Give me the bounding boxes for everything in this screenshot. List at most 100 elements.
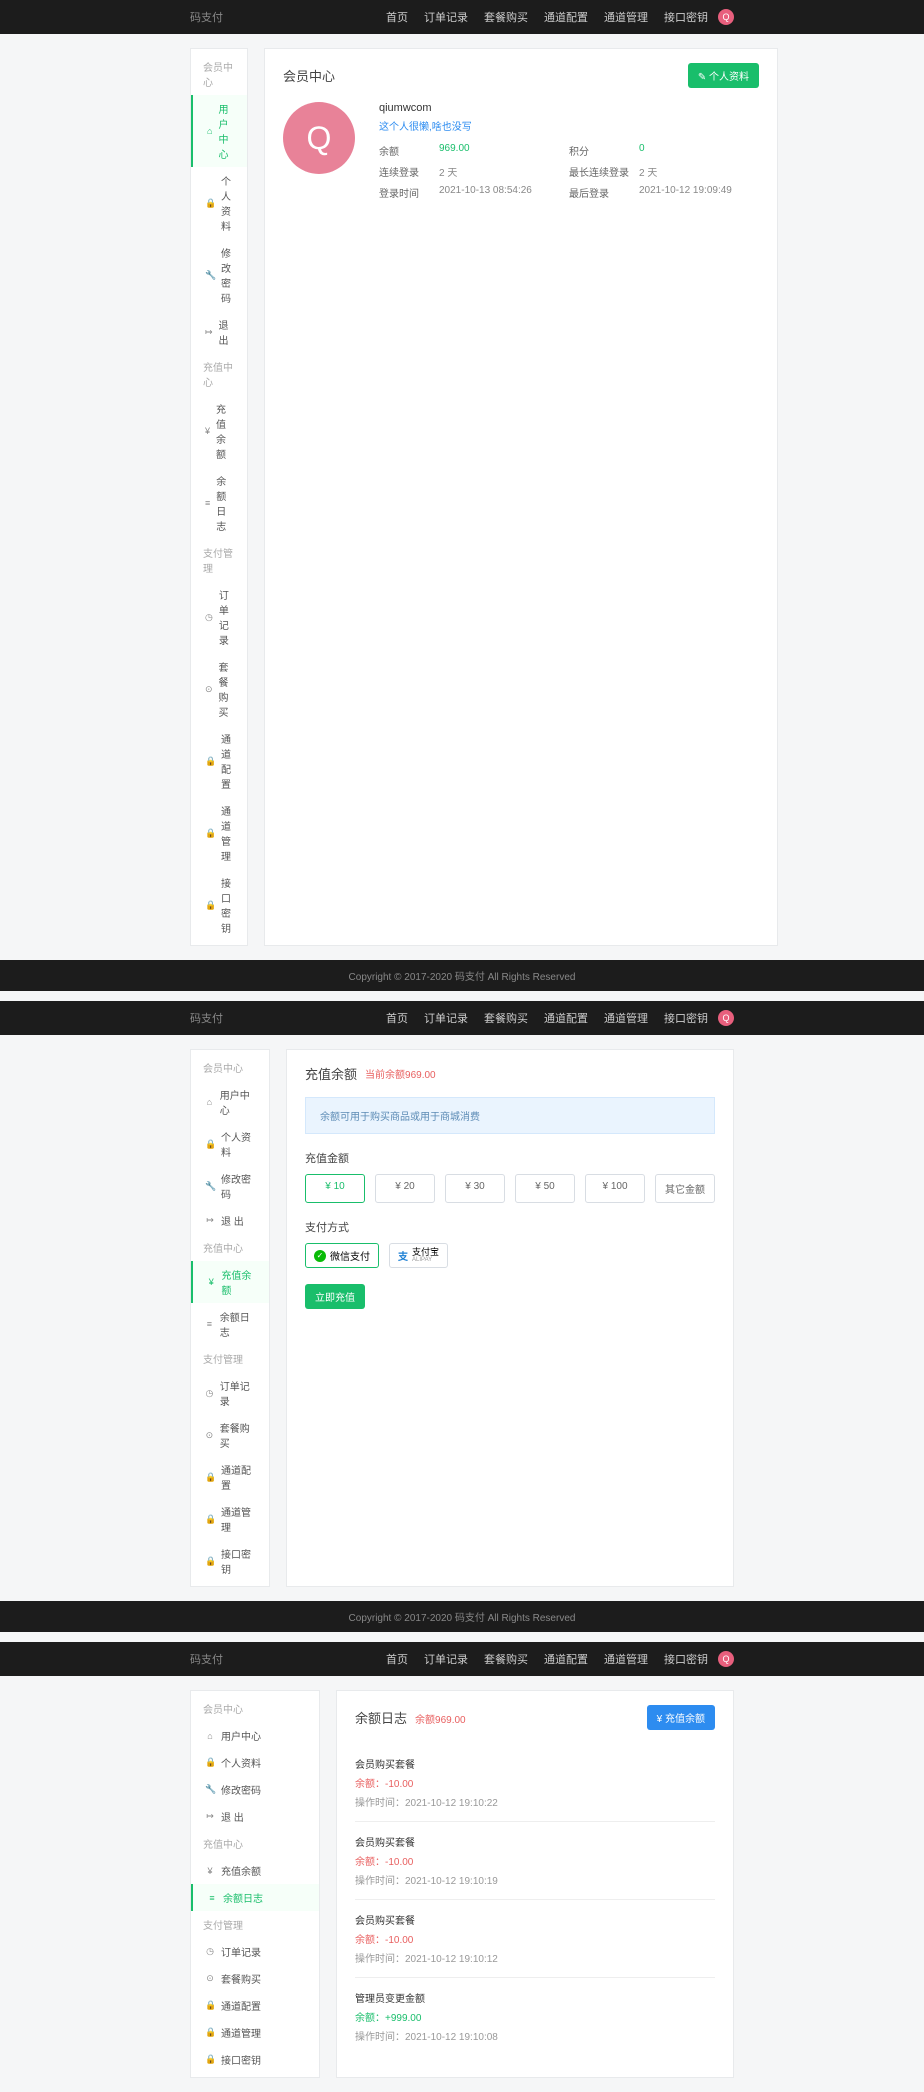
sidebar-item-label: 充值余额 [221, 1267, 255, 1297]
nav-item[interactable]: 通道配置 [544, 1010, 588, 1026]
log-item: 会员购买套餐 余额：-10.00 操作时间：2021-10-12 19:10:1… [355, 1821, 715, 1899]
sidebar-group-title: 充值中心 [191, 1234, 269, 1261]
sidebar-icon: ◷ [205, 1388, 214, 1399]
sidebar-icon: 🔧 [205, 1181, 215, 1192]
nav-item[interactable]: 接口密钥 [664, 9, 708, 25]
pay-wechat[interactable]: ✓ 微信支付 [305, 1243, 379, 1268]
pay-alipay[interactable]: 支 支付宝 ALIPAY [389, 1243, 448, 1268]
sidebar-item[interactable]: 🔒通道配置 [191, 1456, 269, 1498]
nav-item[interactable]: 首页 [386, 9, 408, 25]
header: 码支付 首页订单记录套餐购买通道配置通道管理接口密钥 Q [0, 0, 924, 34]
log-list: 会员购买套餐 余额：-10.00 操作时间：2021-10-12 19:10:2… [355, 1744, 715, 2055]
nav-item[interactable]: 接口密钥 [664, 1010, 708, 1026]
nav-item[interactable]: 通道管理 [604, 1010, 648, 1026]
nav-item[interactable]: 套餐购买 [484, 9, 528, 25]
signature[interactable]: 这个人很懒,啥也没写 [379, 118, 759, 133]
sidebar-icon: ¥ [205, 426, 210, 436]
sidebar-item[interactable]: 🔒通道管理 [191, 797, 247, 869]
header: 码支付 首页订单记录套餐购买通道配置通道管理接口密钥 Q [0, 1001, 924, 1035]
sidebar-item-label: 接口密钥 [221, 2052, 261, 2067]
sidebar-item[interactable]: 🔧修改密码 [191, 1776, 319, 1803]
nav-item[interactable]: 接口密钥 [664, 1651, 708, 1667]
sidebar-item[interactable]: ≡余额日志 [191, 1884, 319, 1911]
sidebar-icon: ↦ [205, 1215, 215, 1226]
sidebar-item-label: 余额日志 [216, 473, 233, 533]
sidebar-item[interactable]: 🔒接口密钥 [191, 1540, 269, 1582]
log-title: 会员购买套餐 [355, 1834, 715, 1849]
sidebar-icon: 🔒 [205, 1556, 215, 1567]
nav-item[interactable]: 首页 [386, 1010, 408, 1026]
log-title: 会员购买套餐 [355, 1912, 715, 1927]
brand[interactable]: 码支付 [190, 1651, 386, 1667]
nav-item[interactable]: 套餐购买 [484, 1651, 528, 1667]
sidebar-item[interactable]: ¥充值余额 [191, 1261, 269, 1303]
amount-option[interactable]: ¥ 20 [375, 1174, 435, 1203]
nav-item[interactable]: 首页 [386, 1651, 408, 1667]
sidebar-item-label: 通道配置 [221, 1462, 255, 1492]
goto-recharge-button[interactable]: ¥ 充值余额 [647, 1705, 715, 1730]
sidebar-item[interactable]: ⌂用户中心 [191, 1722, 319, 1749]
sidebar-item[interactable]: ↦退 出 [191, 1207, 269, 1234]
sidebar-item[interactable]: 🔧修改密码 [191, 239, 247, 311]
sidebar-item[interactable]: 🔒通道配置 [191, 1992, 319, 2019]
sidebar-item[interactable]: ⊙套餐购买 [191, 1965, 319, 1992]
info-label: 余额 [379, 143, 439, 158]
sidebar-item[interactable]: 🔒接口密钥 [191, 2046, 319, 2073]
nav-item[interactable]: 通道配置 [544, 1651, 588, 1667]
sidebar-item[interactable]: ↦退 出 [191, 1803, 319, 1830]
sidebar-icon: 🔒 [205, 2000, 215, 2011]
sidebar-icon: 🔧 [205, 1784, 215, 1795]
nav-item[interactable]: 通道配置 [544, 9, 588, 25]
sidebar-item-label: 用户中心 [221, 1728, 261, 1743]
sidebar-item[interactable]: ¥充值余额 [191, 1857, 319, 1884]
info-value: 2 天 [439, 164, 569, 179]
nav-item[interactable]: 订单记录 [424, 1651, 468, 1667]
amount-option[interactable]: 其它金额 [655, 1174, 715, 1203]
sidebar-item[interactable]: ⊙套餐购买 [191, 653, 247, 725]
amount-option[interactable]: ¥ 50 [515, 1174, 575, 1203]
sidebar-item[interactable]: 🔒个人资料 [191, 167, 247, 239]
sidebar-item[interactable]: ≡余额日志 [191, 467, 247, 539]
avatar[interactable]: Q [718, 9, 734, 25]
edit-profile-button[interactable]: ✎ 个人资料 [688, 63, 759, 88]
sidebar-item[interactable]: ⌂用户中心 [191, 1081, 269, 1123]
sidebar-icon: 🔧 [205, 270, 215, 281]
sidebar-item[interactable]: 🔧修改密码 [191, 1165, 269, 1207]
sidebar-item-label: 订单记录 [220, 1378, 255, 1408]
brand[interactable]: 码支付 [190, 9, 386, 25]
nav-item[interactable]: 订单记录 [424, 9, 468, 25]
sidebar-item[interactable]: ◷订单记录 [191, 581, 247, 653]
top-nav: 首页订单记录套餐购买通道配置通道管理接口密钥 [386, 1651, 708, 1667]
sidebar-item[interactable]: 🔒通道管理 [191, 1498, 269, 1540]
sidebar-item[interactable]: 🔒接口密钥 [191, 869, 247, 941]
sidebar-item[interactable]: ≡余额日志 [191, 1303, 269, 1345]
brand[interactable]: 码支付 [190, 1010, 386, 1026]
sidebar-item[interactable]: 🔒个人资料 [191, 1123, 269, 1165]
sidebar-item[interactable]: ¥充值余额 [191, 395, 247, 467]
sidebar-item[interactable]: 🔒通道配置 [191, 725, 247, 797]
amount-option[interactable]: ¥ 30 [445, 1174, 505, 1203]
nav-item[interactable]: 订单记录 [424, 1010, 468, 1026]
sidebar-item[interactable]: 🔒通道管理 [191, 2019, 319, 2046]
nav-item[interactable]: 通道管理 [604, 1651, 648, 1667]
top-nav: 首页订单记录套餐购买通道配置通道管理接口密钥 [386, 1010, 708, 1026]
recharge-button[interactable]: 立即充值 [305, 1284, 365, 1309]
amount-option[interactable]: ¥ 10 [305, 1174, 365, 1203]
log-amount: 余额：-10.00 [355, 1931, 715, 1946]
avatar[interactable]: Q [718, 1010, 734, 1026]
sidebar-item[interactable]: ⊙套餐购买 [191, 1414, 269, 1456]
sidebar-item[interactable]: ⌂用户中心 [191, 95, 247, 167]
avatar[interactable]: Q [718, 1651, 734, 1667]
sidebar-icon: ¥ [205, 1866, 215, 1876]
sidebar-item[interactable]: ◷ 订单记录 [191, 1372, 269, 1414]
sidebar-icon: ◷ [205, 1946, 215, 1957]
sidebar-item[interactable]: ◷订单记录 [191, 1938, 319, 1965]
amount-option[interactable]: ¥ 100 [585, 1174, 645, 1203]
alipay-icon: 支 [398, 1248, 408, 1263]
sidebar-item[interactable]: ↦退 出 [191, 311, 247, 353]
sidebar-icon: ⊙ [205, 684, 213, 695]
nav-item[interactable]: 通道管理 [604, 9, 648, 25]
nav-item[interactable]: 套餐购买 [484, 1010, 528, 1026]
sidebar-item[interactable]: 🔒个人资料 [191, 1749, 319, 1776]
sidebar-item-label: 余额日志 [220, 1309, 255, 1339]
